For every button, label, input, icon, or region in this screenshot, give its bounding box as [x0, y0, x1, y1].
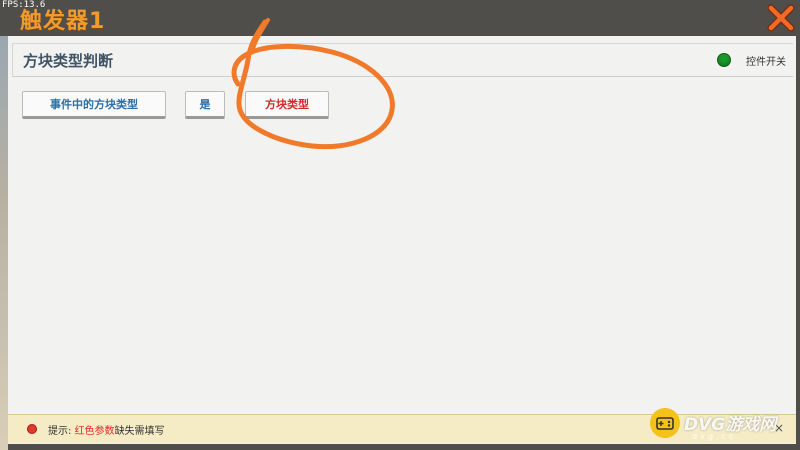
hint-highlight: 红色参数: [74, 426, 115, 437]
toggle-dot-icon[interactable]: [717, 53, 731, 67]
hint-text: 提示: 红色参数缺失需填写: [48, 422, 165, 437]
close-icon: [767, 4, 795, 32]
hint-dot-icon: [27, 424, 37, 434]
background-scene: [0, 36, 8, 450]
hint-bar: 提示: 红色参数缺失需填写 ×: [8, 414, 796, 443]
event-block-type-button[interactable]: 事件中的方块类型: [22, 91, 166, 119]
window-title: 触发器1: [20, 9, 106, 34]
panel-title: 方块类型判断: [23, 52, 114, 70]
trigger-panel: 方块类型判断 控件开关 事件中的方块类型 是 方块类型: [8, 36, 796, 444]
hint-close-button[interactable]: ×: [774, 421, 784, 435]
operator-button[interactable]: 是: [185, 91, 225, 119]
close-button[interactable]: [766, 4, 796, 32]
toggle-label[interactable]: 控件开关: [746, 53, 786, 68]
hint-prefix: 提示:: [48, 426, 75, 437]
hint-suffix: 缺失需填写: [114, 426, 165, 437]
panel-header: 方块类型判断 控件开关: [12, 43, 793, 77]
block-type-param-button[interactable]: 方块类型: [245, 91, 329, 119]
